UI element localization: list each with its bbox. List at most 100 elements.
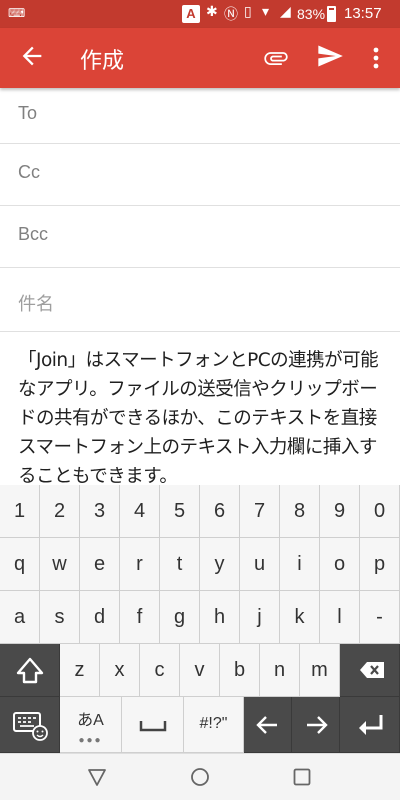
- page-title: 作成: [80, 49, 125, 74]
- to-field[interactable]: To: [0, 88, 400, 144]
- number-key-4[interactable]: 4: [120, 485, 160, 538]
- key-label: e: [93, 553, 106, 575]
- key-label: 8: [293, 500, 306, 522]
- key-label: k: [294, 606, 305, 628]
- letter-key-l[interactable]: l: [320, 591, 360, 644]
- keyboard-settings-key[interactable]: [0, 697, 60, 753]
- key-label: i: [297, 553, 302, 575]
- bcc-field[interactable]: Bcc: [0, 206, 400, 268]
- key-label: 6: [213, 500, 226, 522]
- letter-key-k[interactable]: k: [280, 591, 320, 644]
- key-label: c: [154, 659, 165, 681]
- number-key-1[interactable]: 1: [0, 485, 40, 538]
- nav-recents-icon[interactable]: [291, 766, 313, 788]
- letter-key-d[interactable]: d: [80, 591, 120, 644]
- nav-home-icon[interactable]: [189, 766, 211, 788]
- key-label: l: [337, 606, 342, 628]
- letter-key-e[interactable]: e: [80, 538, 120, 591]
- soft-keyboard: あA ●●● #!?" 1 2 3 4 5 6 7 8 9 0 q w e r t y u i o p a s d f g h j k…: [0, 485, 400, 753]
- key-label: 4: [133, 500, 146, 522]
- letter-key-c[interactable]: c: [140, 644, 180, 697]
- number-key-9[interactable]: 9: [320, 485, 360, 538]
- input-mode-key[interactable]: あA ●●●: [60, 697, 122, 753]
- key-label: q: [13, 553, 26, 575]
- key-label: b: [233, 659, 246, 681]
- letter-key-g[interactable]: g: [160, 591, 200, 644]
- key-label: 9: [333, 500, 346, 522]
- more-vert-icon[interactable]: [366, 44, 386, 72]
- keyboard-emoji-icon: [13, 712, 48, 741]
- shift-icon: [16, 657, 44, 684]
- letter-key-a[interactable]: a: [0, 591, 40, 644]
- send-icon[interactable]: [316, 42, 344, 70]
- letter-key-q[interactable]: q: [0, 538, 40, 591]
- letter-key-w[interactable]: w: [40, 538, 80, 591]
- number-key-8[interactable]: 8: [280, 485, 320, 538]
- key-label: h: [213, 606, 226, 628]
- number-key-7[interactable]: 7: [240, 485, 280, 538]
- number-key-3[interactable]: 3: [80, 485, 120, 538]
- key-label: t: [176, 553, 183, 575]
- letter-key-v[interactable]: v: [180, 644, 220, 697]
- number-key-5[interactable]: 5: [160, 485, 200, 538]
- paperclip-icon[interactable]: [262, 44, 290, 72]
- number-key-6[interactable]: 6: [200, 485, 240, 538]
- keyboard-status-icon: ⌨: [8, 6, 26, 20]
- key-label: 7: [253, 500, 266, 522]
- key-label: u: [253, 553, 266, 575]
- key-label: 2: [53, 500, 66, 522]
- enter-key[interactable]: [340, 697, 400, 753]
- key-label: p: [373, 553, 386, 575]
- letter-key-p[interactable]: p: [360, 538, 400, 591]
- message-body[interactable]: 「Join」はスマートフォンとPCの連携が可能なアプリ。ファイルの送受信やクリッ…: [18, 346, 392, 491]
- key-label: j: [257, 606, 262, 628]
- letter-key-o[interactable]: o: [320, 538, 360, 591]
- enter-icon: [359, 715, 383, 735]
- cursor-left-key[interactable]: [244, 697, 292, 753]
- number-key-2[interactable]: 2: [40, 485, 80, 538]
- cursor-right-key[interactable]: [292, 697, 340, 753]
- key-label: w: [52, 553, 67, 575]
- arrow-right-icon: [307, 716, 328, 734]
- letter-key-hyphen[interactable]: -: [360, 591, 400, 644]
- letter-key-u[interactable]: u: [240, 538, 280, 591]
- more-dots-icon: ●●●: [78, 735, 103, 746]
- ime-badge: A: [182, 5, 200, 23]
- nfc-icon: Ⓝ: [224, 7, 238, 23]
- letter-key-r[interactable]: r: [120, 538, 160, 591]
- letter-key-z[interactable]: z: [60, 644, 100, 697]
- key-label: x: [114, 659, 125, 681]
- backspace-key[interactable]: [340, 644, 400, 697]
- letter-key-y[interactable]: y: [200, 538, 240, 591]
- symbols-label: #!?": [199, 715, 228, 732]
- arrow-back-icon[interactable]: [18, 42, 46, 70]
- letter-key-f[interactable]: f: [120, 591, 160, 644]
- key-label: 0: [373, 500, 386, 522]
- letter-key-i[interactable]: i: [280, 538, 320, 591]
- nav-back-icon[interactable]: [86, 766, 108, 788]
- key-label: y: [214, 553, 225, 575]
- letter-key-x[interactable]: x: [100, 644, 140, 697]
- letter-key-j[interactable]: j: [240, 591, 280, 644]
- bluetooth-icon: ✱: [206, 4, 218, 20]
- letter-key-t[interactable]: t: [160, 538, 200, 591]
- letter-key-m[interactable]: m: [300, 644, 340, 697]
- app-bar: 作成: [0, 28, 400, 88]
- battery-percent: 83%: [297, 6, 326, 22]
- space-key[interactable]: [122, 697, 184, 753]
- wifi-icon: ▾: [262, 4, 270, 20]
- key-label: f: [136, 606, 143, 628]
- letter-key-n[interactable]: n: [260, 644, 300, 697]
- key-label: m: [311, 659, 328, 681]
- to-label: To: [18, 103, 38, 123]
- key-label: 1: [13, 500, 26, 522]
- letter-key-b[interactable]: b: [220, 644, 260, 697]
- subject-field[interactable]: 件名: [0, 268, 400, 332]
- letter-key-h[interactable]: h: [200, 591, 240, 644]
- symbols-key[interactable]: #!?": [184, 697, 244, 753]
- shift-key[interactable]: [0, 644, 60, 697]
- key-label: g: [173, 606, 186, 628]
- cc-field[interactable]: Cc: [0, 144, 400, 206]
- number-key-0[interactable]: 0: [360, 485, 400, 538]
- letter-key-s[interactable]: s: [40, 591, 80, 644]
